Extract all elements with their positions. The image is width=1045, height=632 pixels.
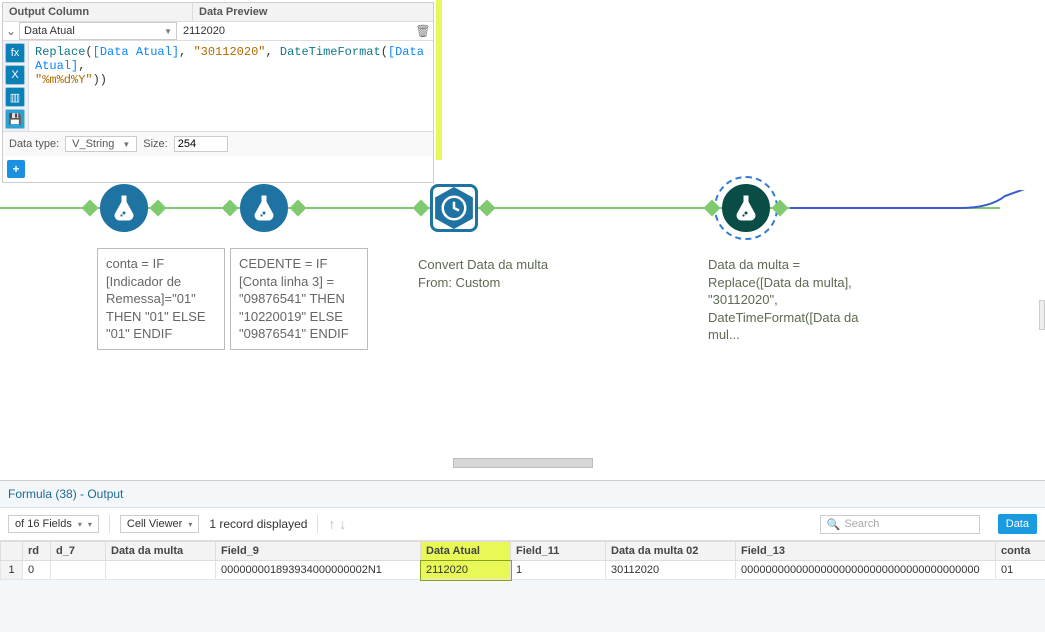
dtype-select[interactable]: V_String ▼ bbox=[65, 136, 137, 152]
input-port[interactable] bbox=[82, 200, 99, 217]
search-placeholder: Search bbox=[844, 518, 879, 530]
str-token: "30112020" bbox=[193, 45, 265, 59]
cell-viewer-dropdown[interactable]: Cell Viewer ▾ bbox=[120, 515, 199, 533]
cell[interactable]: 0 bbox=[23, 561, 51, 580]
data-preview-header: Data Preview bbox=[193, 3, 433, 21]
size-label: Size: bbox=[143, 138, 167, 150]
cell[interactable]: 000000000000000000000000000000000000000 bbox=[736, 561, 996, 580]
col-header[interactable]: d_7 bbox=[51, 542, 106, 561]
output-port[interactable] bbox=[479, 200, 496, 217]
cell[interactable] bbox=[51, 561, 106, 580]
annotation-4: Data da multa = Replace([Data da multa],… bbox=[700, 250, 870, 350]
output-port[interactable] bbox=[290, 200, 307, 217]
chevron-down-icon: ▾ bbox=[78, 520, 82, 529]
annotation-2: CEDENTE = IF [Conta linha 3] = "09876541… bbox=[230, 248, 368, 350]
col-header[interactable]: Field_13 bbox=[736, 542, 996, 561]
formula-tool-2[interactable] bbox=[240, 184, 288, 232]
fields-dd-label: of 16 Fields bbox=[15, 518, 72, 530]
rownum-cell[interactable]: 1 bbox=[1, 561, 23, 580]
dropdown-icon: ▼ bbox=[122, 140, 130, 149]
next-record-button[interactable]: ↓ bbox=[339, 516, 346, 532]
fields-dropdown[interactable]: of 16 Fields ▾ ▾ bbox=[8, 515, 99, 533]
flask-icon bbox=[109, 193, 139, 223]
cell[interactable]: 000000001893934000000002N1 bbox=[216, 561, 421, 580]
cell-viewer-label: Cell Viewer bbox=[127, 518, 182, 530]
clock-icon bbox=[439, 193, 469, 223]
formula-config-panel: Output Column Data Preview ⌄ Data Atual … bbox=[2, 2, 434, 183]
cell-highlighted[interactable]: 2112020 bbox=[421, 561, 511, 580]
delete-expression-button[interactable]: 🗑 bbox=[413, 24, 433, 38]
output-column-value: Data Atual bbox=[24, 25, 75, 37]
right-resize-handle[interactable] bbox=[1039, 300, 1045, 330]
annotation-3: Convert Data da multa From: Custom bbox=[410, 250, 565, 297]
highlight-strip bbox=[436, 0, 442, 160]
search-icon: 🔍 bbox=[827, 518, 841, 531]
output-port[interactable] bbox=[150, 200, 167, 217]
output-column-select[interactable]: Data Atual ▼ bbox=[19, 22, 177, 40]
col-header[interactable]: conta bbox=[996, 542, 1045, 561]
input-port[interactable] bbox=[222, 200, 239, 217]
formula-tool-selected[interactable] bbox=[722, 184, 770, 232]
size-input[interactable] bbox=[174, 136, 228, 152]
fx-button[interactable]: fx bbox=[5, 43, 25, 63]
save-button[interactable]: 💾 bbox=[5, 109, 25, 129]
field-token: [Data Atual] bbox=[93, 45, 179, 59]
prev-record-button[interactable]: ↑ bbox=[328, 516, 335, 532]
cell[interactable]: 1 bbox=[511, 561, 606, 580]
records-label: 1 record displayed bbox=[209, 517, 307, 531]
output-port[interactable] bbox=[772, 200, 789, 217]
connector-blue bbox=[790, 190, 1045, 230]
col-header[interactable]: rd bbox=[23, 542, 51, 561]
results-grid[interactable]: rd d_7 Data da multa Field_9 Data Atual … bbox=[0, 541, 1045, 580]
formula-editor[interactable]: Replace([Data Atual], "30112020", DateTi… bbox=[29, 41, 433, 131]
datetime-tool[interactable] bbox=[430, 184, 478, 232]
dtype-label: Data type: bbox=[9, 138, 59, 150]
col-header[interactable]: Data Atual bbox=[421, 542, 511, 561]
fn-token: DateTimeFormat bbox=[280, 45, 381, 59]
results-pane: Formula (38) - Output of 16 Fields ▾ ▾ C… bbox=[0, 480, 1045, 632]
search-input[interactable]: 🔍 Search bbox=[820, 515, 980, 534]
flask-icon bbox=[249, 193, 279, 223]
col-header[interactable]: Field_11 bbox=[511, 542, 606, 561]
cell[interactable]: 01 bbox=[996, 561, 1045, 580]
col-header[interactable]: Data da multa 02 bbox=[606, 542, 736, 561]
add-expression-button[interactable]: + bbox=[7, 160, 25, 178]
fn-token: Replace bbox=[35, 45, 85, 59]
input-port[interactable] bbox=[704, 200, 721, 217]
chevron-down-icon: ▾ bbox=[188, 520, 192, 529]
dtype-value: V_String bbox=[72, 138, 114, 150]
data-button[interactable]: Data bbox=[998, 514, 1037, 534]
cell[interactable] bbox=[106, 561, 216, 580]
dropdown-icon: ▼ bbox=[164, 27, 172, 36]
table-row[interactable]: 1 0 000000001893934000000002N1 2112020 1… bbox=[1, 561, 1045, 580]
preview-value: 2112020 bbox=[177, 23, 413, 39]
x-var-button[interactable]: X bbox=[5, 65, 25, 85]
col-header[interactable]: Data da multa bbox=[106, 542, 216, 561]
col-header[interactable]: Field_9 bbox=[216, 542, 421, 561]
flask-icon bbox=[731, 193, 761, 223]
cell[interactable]: 30112020 bbox=[606, 561, 736, 580]
results-title: Formula (38) - Output bbox=[8, 487, 123, 501]
annotation-1: conta = IF [Indicador de Remessa]="01" T… bbox=[97, 248, 225, 350]
splitter[interactable] bbox=[0, 458, 1045, 478]
output-column-header: Output Column bbox=[3, 3, 193, 21]
expand-toggle[interactable]: ⌄ bbox=[3, 24, 19, 38]
formula-tool-1[interactable] bbox=[100, 184, 148, 232]
formula-toolbar: fx X ▥ 💾 bbox=[3, 41, 29, 131]
rownum-header[interactable] bbox=[1, 542, 23, 561]
input-port[interactable] bbox=[413, 200, 430, 217]
folder-button[interactable]: ▥ bbox=[5, 87, 25, 107]
chevron-down-icon: ▾ bbox=[88, 520, 92, 529]
str-token: "%m%d%Y" bbox=[35, 73, 93, 87]
